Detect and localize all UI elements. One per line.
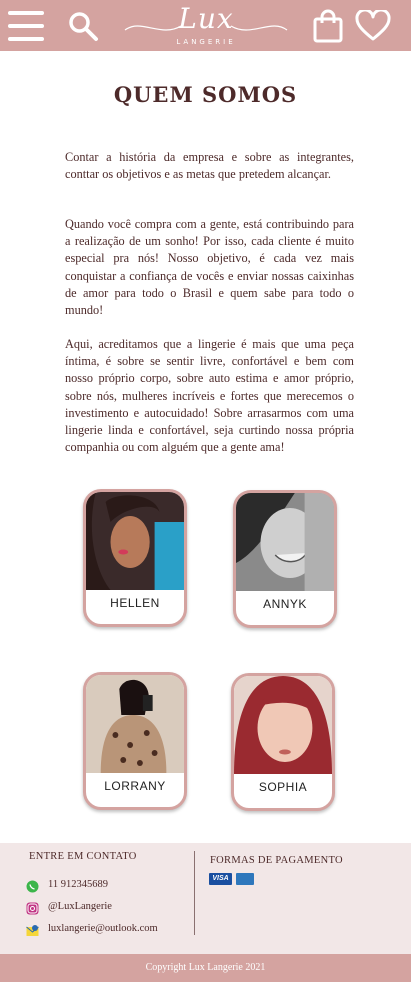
team-name: HELLEN xyxy=(110,596,160,610)
contact-email-address: luxlangerie@outlook.com xyxy=(48,923,158,934)
brand-logo[interactable]: Lux LANGERIE xyxy=(121,0,291,51)
team-card-hellen[interactable]: HELLEN xyxy=(83,489,187,627)
email-icon xyxy=(26,925,39,936)
heart-icon[interactable] xyxy=(355,10,391,42)
team-card-sophia[interactable]: SOPHIA xyxy=(231,673,335,811)
about-paragraph-3: Aqui, acreditamos que a lingerie é mais … xyxy=(65,337,354,455)
team-name: SOPHIA xyxy=(258,780,308,794)
instagram-icon xyxy=(26,902,39,915)
team-photo-sophia xyxy=(234,676,332,774)
site-header: Lux LANGERIE xyxy=(0,0,411,51)
about-paragraph-2: Quando você compra com a gente, está con… xyxy=(65,217,354,318)
contact-title: ENTRE EM CONTATO xyxy=(29,851,137,862)
visa-icon: VISA xyxy=(209,873,232,885)
team-photo-annyk xyxy=(236,493,334,591)
whatsapp-icon xyxy=(26,880,39,893)
copyright-bar: Copyright Lux Langerie 2021 xyxy=(0,954,411,982)
team-card-annyk[interactable]: ANNYK xyxy=(233,490,337,628)
team-photo-lorrany xyxy=(86,675,184,773)
site-footer: ENTRE EM CONTATO 11 912345689 @LuxLanger… xyxy=(0,843,411,954)
contact-phone: 11 912345689 xyxy=(48,879,108,890)
team-photo-hellen xyxy=(86,492,184,590)
team-name: LORRANY xyxy=(104,779,166,793)
team-name: ANNYK xyxy=(263,597,307,611)
search-icon[interactable] xyxy=(67,10,99,42)
logo-subtext: LANGERIE xyxy=(176,38,236,46)
about-paragraph-1: Contar a história da empresa e sobre as … xyxy=(65,150,354,182)
logo-text: Lux xyxy=(178,2,234,35)
team-card-lorrany[interactable]: LORRANY xyxy=(83,672,187,810)
contact-instagram-handle: @LuxLangerie xyxy=(48,901,112,912)
copyright-text: Copyright Lux Langerie 2021 xyxy=(145,962,266,973)
menu-icon[interactable] xyxy=(8,11,44,41)
shopping-bag-icon[interactable] xyxy=(312,9,344,43)
amex-icon xyxy=(236,873,254,885)
footer-divider xyxy=(194,851,195,935)
payment-title: FORMAS DE PAGAMENTO xyxy=(210,855,343,866)
page-title: QUEM SOMOS xyxy=(113,82,298,107)
